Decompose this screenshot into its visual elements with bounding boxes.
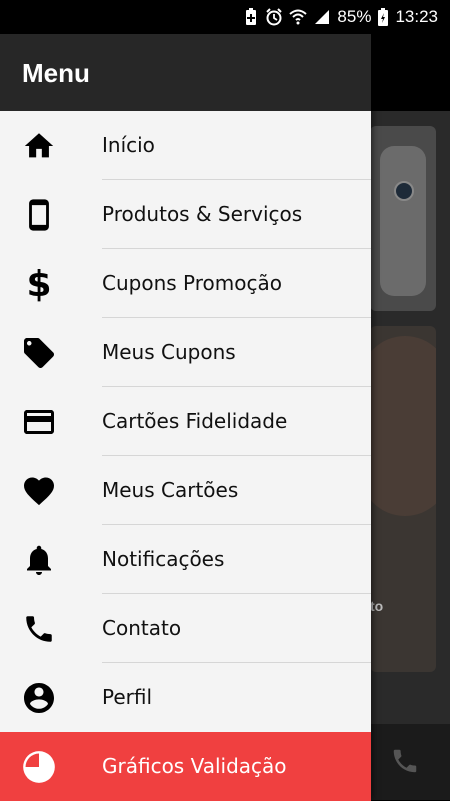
pie-chart-icon [20, 748, 58, 786]
menu-item-label: Cartões Fidelidade [102, 409, 288, 433]
menu-item-produtos-servicos[interactable]: Produtos & Serviços [0, 180, 371, 249]
menu-item-label: Notificações [102, 547, 225, 571]
menu-item-label: Cupons Promoção [102, 271, 282, 295]
account-circle-icon [20, 679, 58, 717]
product-image [380, 146, 426, 296]
status-bar: 85% 13:23 [0, 0, 450, 34]
menu-item-contato[interactable]: Contato [0, 594, 371, 663]
promo-image [370, 336, 436, 516]
menu-item-meus-cartoes[interactable]: Meus Cartões [0, 456, 371, 525]
menu-item-label: Início [102, 133, 155, 157]
dollar-icon: $ [26, 263, 52, 305]
menu-item-graficos-validacao[interactable]: Gráficos Validação [0, 732, 371, 801]
drawer-header: Menu [0, 34, 371, 111]
signal-icon [315, 10, 330, 24]
clock: 13:23 [395, 7, 438, 26]
heart-icon [20, 472, 58, 510]
battery-saver-icon [246, 8, 257, 25]
menu-item-inicio[interactable]: Início [0, 111, 371, 180]
drawer-title: Menu [22, 58, 90, 88]
alarm-icon [266, 8, 283, 26]
camera-detail [394, 181, 414, 201]
menu-item-label: Produtos & Serviços [102, 202, 303, 226]
menu-item-meus-cupons[interactable]: Meus Cupons [0, 318, 371, 387]
bell-icon [20, 541, 58, 579]
wifi-icon [289, 9, 308, 25]
tags-icon [20, 334, 58, 372]
menu-item-notificacoes[interactable]: Notificações [0, 525, 371, 594]
drawer-menu: Início Produtos & Serviços $ Cupons Prom… [0, 111, 371, 801]
menu-item-label: Meus Cupons [102, 340, 236, 364]
battery-percent: 85% [337, 7, 372, 26]
promo-card: to [370, 326, 436, 672]
phone-icon [393, 749, 417, 773]
menu-item-label: Gráficos Validação [102, 754, 287, 778]
product-card [370, 126, 436, 311]
menu-item-cupons-promocao[interactable]: $ Cupons Promoção [0, 249, 371, 318]
promo-caption: to [370, 598, 384, 614]
credit-card-icon [20, 403, 58, 441]
menu-item-cartoes-fidelidade[interactable]: Cartões Fidelidade [0, 387, 371, 456]
battery-charging-icon [378, 8, 389, 26]
menu-item-perfil[interactable]: Perfil [0, 663, 371, 732]
navigation-drawer: Menu Início Produtos & Serviços $ Cupons… [0, 34, 371, 801]
menu-item-label: Contato [102, 616, 182, 640]
menu-item-label: Meus Cartões [102, 478, 239, 502]
smartphone-icon [20, 196, 58, 234]
phone-icon [20, 610, 58, 648]
status-icons: 85% 13:23 [243, 6, 438, 28]
home-icon [20, 127, 58, 165]
menu-item-label: Perfil [102, 685, 153, 709]
